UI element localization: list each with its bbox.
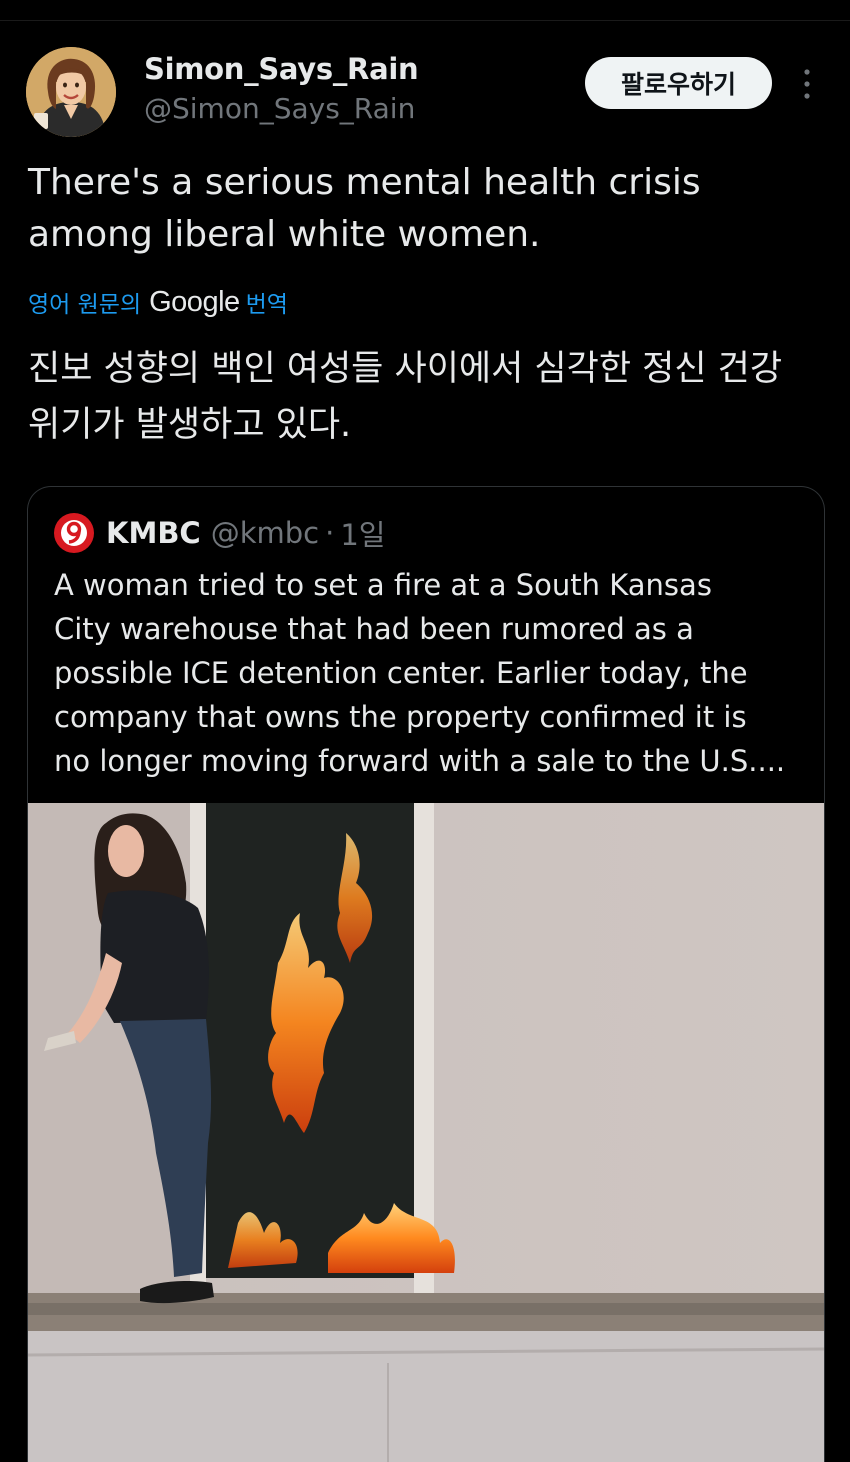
more-vertical-icon[interactable]: [796, 64, 818, 104]
quote-header: KMBC @kmbc · 1일: [54, 511, 385, 555]
quote-text: A woman tried to set a fire at a South K…: [54, 568, 786, 778]
google-wordmark: Google: [149, 285, 240, 318]
quote-separator: ·: [325, 516, 335, 550]
quote-author-handle[interactable]: @kmbc: [211, 516, 319, 550]
tweet-text: There's a serious mental health crisis a…: [28, 162, 701, 255]
warehouse-fire-photo[interactable]: [28, 803, 824, 1462]
translation-suffix: 번역: [245, 292, 288, 318]
follow-button[interactable]: 팔로우하기: [585, 57, 772, 109]
translated-text: 진보 성향의 백인 여성들 사이에서 심각한 정신 건강 위기가 발생하고 있다…: [28, 349, 783, 445]
avatar[interactable]: [26, 47, 116, 137]
quote-timestamp[interactable]: 1일: [340, 512, 385, 554]
quote-author-name[interactable]: KMBC: [106, 516, 201, 550]
translation-prefix: 영어 원문의: [28, 292, 142, 318]
author-display-name[interactable]: Simon_Says_Rain: [144, 52, 419, 86]
avatar-illustration-icon: [26, 47, 116, 137]
author-handle[interactable]: @Simon_Says_Rain: [144, 92, 415, 125]
kmbc-9-logo-icon: [54, 513, 94, 553]
translation-attribution[interactable]: 영어 원문의 Google 번역: [28, 282, 288, 322]
quoted-tweet-card[interactable]: KMBC @kmbc · 1일 A woman tried to set a f…: [27, 486, 825, 1462]
top-divider: [0, 20, 850, 21]
